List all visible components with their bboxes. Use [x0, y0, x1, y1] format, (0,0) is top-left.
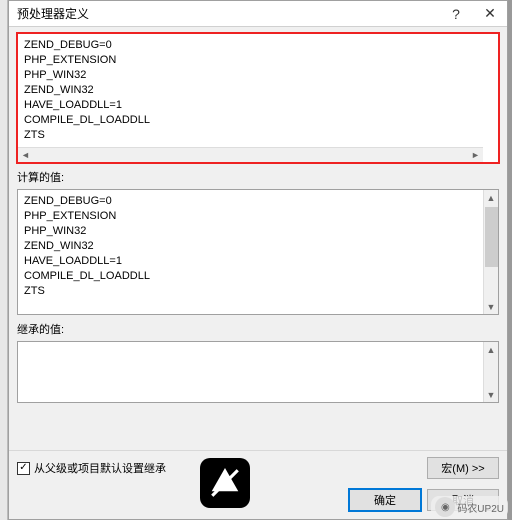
macros-button[interactable]: 宏(M) >>	[427, 457, 499, 479]
ok-button[interactable]: 确定	[349, 489, 421, 511]
definitions-textarea[interactable]: ZEND_DEBUG=0 PHP_EXTENSION PHP_WIN32 ZEN…	[17, 33, 499, 163]
checkbox-label: 从父级或项目默认设置继承	[34, 460, 166, 476]
dialog-body: ZEND_DEBUG=0 PHP_EXTENSION PHP_WIN32 ZEN…	[9, 27, 507, 450]
h-scrollbar[interactable]: ◄ ►	[18, 147, 483, 162]
translate-off-icon	[208, 466, 242, 500]
background-window-sliver	[0, 0, 8, 520]
scroll-left-icon: ◄	[18, 148, 33, 163]
inherited-values-box: ▲ ▼	[17, 341, 499, 403]
calculated-label: 计算的值:	[17, 169, 499, 185]
checkbox-box: ✓	[17, 462, 30, 475]
v-scrollbar-inherit[interactable]: ▲ ▼	[483, 342, 498, 402]
scroll-down-icon: ▼	[484, 299, 499, 314]
help-icon: ?	[452, 6, 460, 22]
definitions-text: ZEND_DEBUG=0 PHP_EXTENSION PHP_WIN32 ZEN…	[18, 34, 498, 147]
scroll-right-icon: ►	[468, 148, 483, 163]
v-scrollbar-calc[interactable]: ▲ ▼	[483, 190, 498, 314]
titlebar[interactable]: 预处理器定义 ? ✕	[9, 1, 507, 27]
footer-row: ✓ 从父级或项目默认设置继承 宏(M) >>	[9, 450, 507, 489]
scroll-up-icon: ▲	[484, 342, 499, 357]
watermark-badge: ◉ 码农UP2U	[431, 496, 508, 518]
inherited-text	[18, 342, 498, 350]
ok-label: 确定	[374, 492, 396, 508]
scroll-up-icon: ▲	[484, 190, 499, 205]
checkmark-icon: ✓	[19, 463, 27, 473]
calculated-values-box: ZEND_DEBUG=0 PHP_EXTENSION PHP_WIN32 ZEN…	[17, 189, 499, 315]
preprocessor-definitions-dialog: 预处理器定义 ? ✕ ZEND_DEBUG=0 PHP_EXTENSION PH…	[8, 0, 508, 520]
calculated-text: ZEND_DEBUG=0 PHP_EXTENSION PHP_WIN32 ZEN…	[18, 190, 498, 303]
scroll-thumb[interactable]	[485, 207, 498, 267]
inherit-checkbox[interactable]: ✓ 从父级或项目默认设置继承	[17, 460, 166, 476]
overlay-app-icon	[200, 458, 250, 508]
close-button[interactable]: ✕	[473, 1, 507, 26]
watermark-avatar-icon: ◉	[435, 497, 455, 517]
dialog-title: 预处理器定义	[17, 5, 89, 22]
watermark-text: 码农UP2U	[457, 500, 504, 515]
help-button[interactable]: ?	[439, 1, 473, 26]
macros-label: 宏(M) >>	[441, 460, 484, 476]
scroll-down-icon: ▼	[484, 387, 499, 402]
close-icon: ✕	[484, 5, 496, 22]
inherited-label: 继承的值:	[17, 321, 499, 337]
